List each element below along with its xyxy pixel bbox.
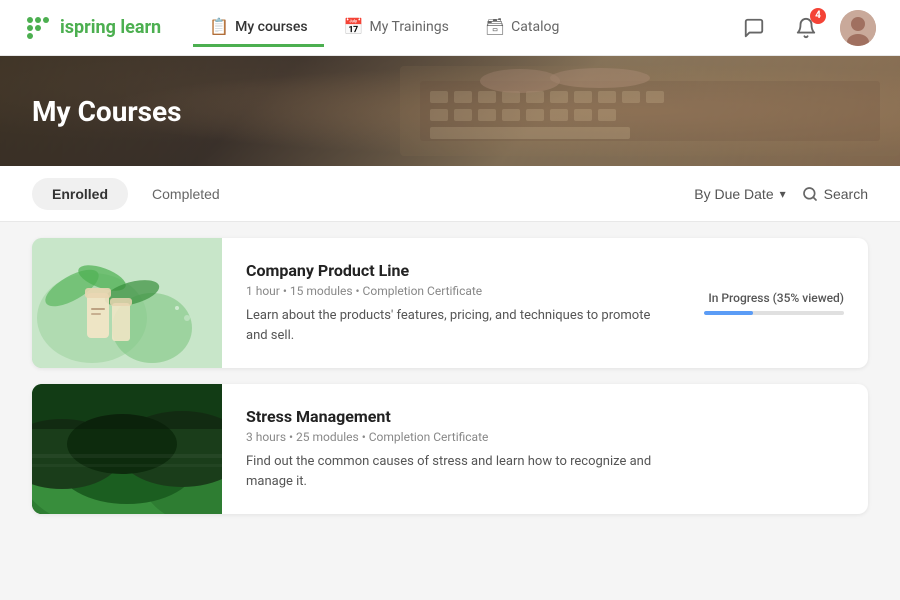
course-progress: In Progress (35% viewed) [688, 238, 868, 368]
nav-actions: 4 [736, 10, 876, 46]
my-courses-icon: 📋 [209, 17, 229, 36]
tab-completed[interactable]: Completed [132, 178, 240, 210]
avatar[interactable] [840, 10, 876, 46]
progress-bar-track [704, 311, 844, 315]
navbar: ispring learn 📋 My courses 📅 My Training… [0, 0, 900, 56]
courses-area: Company Product Line 1 hour • 15 modules… [0, 222, 900, 600]
sort-label: By Due Date [694, 186, 773, 202]
filter-group: By Due Date ▾ Search [694, 186, 868, 202]
notification-badge: 4 [810, 8, 826, 24]
course-card: Stress Management 3 hours • 25 modules •… [32, 384, 868, 514]
course-description: Find out the common causes of stress and… [246, 452, 664, 491]
avatar-image [840, 10, 876, 46]
my-trainings-icon: 📅 [344, 17, 364, 36]
course-thumbnail-image [32, 384, 222, 514]
nav-my-courses[interactable]: 📋 My courses [193, 9, 323, 47]
chat-icon [743, 17, 765, 39]
catalog-icon: 🗃 [485, 17, 505, 36]
notification-wrapper: 4 [788, 10, 824, 46]
course-title: Stress Management [246, 407, 664, 426]
logo-icon [24, 14, 52, 42]
course-body: Company Product Line 1 hour • 15 modules… [222, 238, 688, 368]
course-meta: 3 hours • 25 modules • Completion Certif… [246, 430, 664, 444]
tabs-bar: Enrolled Completed By Due Date ▾ Search [0, 166, 900, 222]
course-title: Company Product Line [246, 261, 664, 280]
search-label: Search [824, 186, 868, 202]
nav-my-trainings[interactable]: 📅 My Trainings [328, 9, 465, 47]
course-meta: 1 hour • 15 modules • Completion Certifi… [246, 284, 664, 298]
progress-label: In Progress (35% viewed) [708, 291, 844, 305]
search-button[interactable]: Search [802, 186, 868, 202]
course-description: Learn about the products' features, pric… [246, 306, 664, 345]
progress-bar-fill [704, 311, 753, 315]
course-thumbnail-image [32, 238, 222, 368]
course-body: Stress Management 3 hours • 25 modules •… [222, 384, 688, 514]
page-title: My Courses [32, 95, 182, 128]
tab-enrolled[interactable]: Enrolled [32, 178, 128, 210]
hero-banner: My Courses [0, 56, 900, 166]
course-thumbnail [32, 238, 222, 368]
course-progress [688, 384, 868, 514]
course-card: Company Product Line 1 hour • 15 modules… [32, 238, 868, 368]
logo-ispring: ispring [60, 17, 116, 38]
logo-learn: learn [120, 17, 161, 38]
search-icon [802, 186, 818, 202]
chevron-down-icon: ▾ [780, 187, 786, 201]
course-thumbnail [32, 384, 222, 514]
sort-button[interactable]: By Due Date ▾ [694, 186, 785, 202]
chat-button[interactable] [736, 10, 772, 46]
course-tabs: Enrolled Completed [32, 178, 240, 210]
nav-catalog[interactable]: 🗃 Catalog [469, 9, 576, 47]
logo[interactable]: ispring learn [24, 14, 161, 42]
nav-links: 📋 My courses 📅 My Trainings 🗃 Catalog [193, 9, 704, 46]
